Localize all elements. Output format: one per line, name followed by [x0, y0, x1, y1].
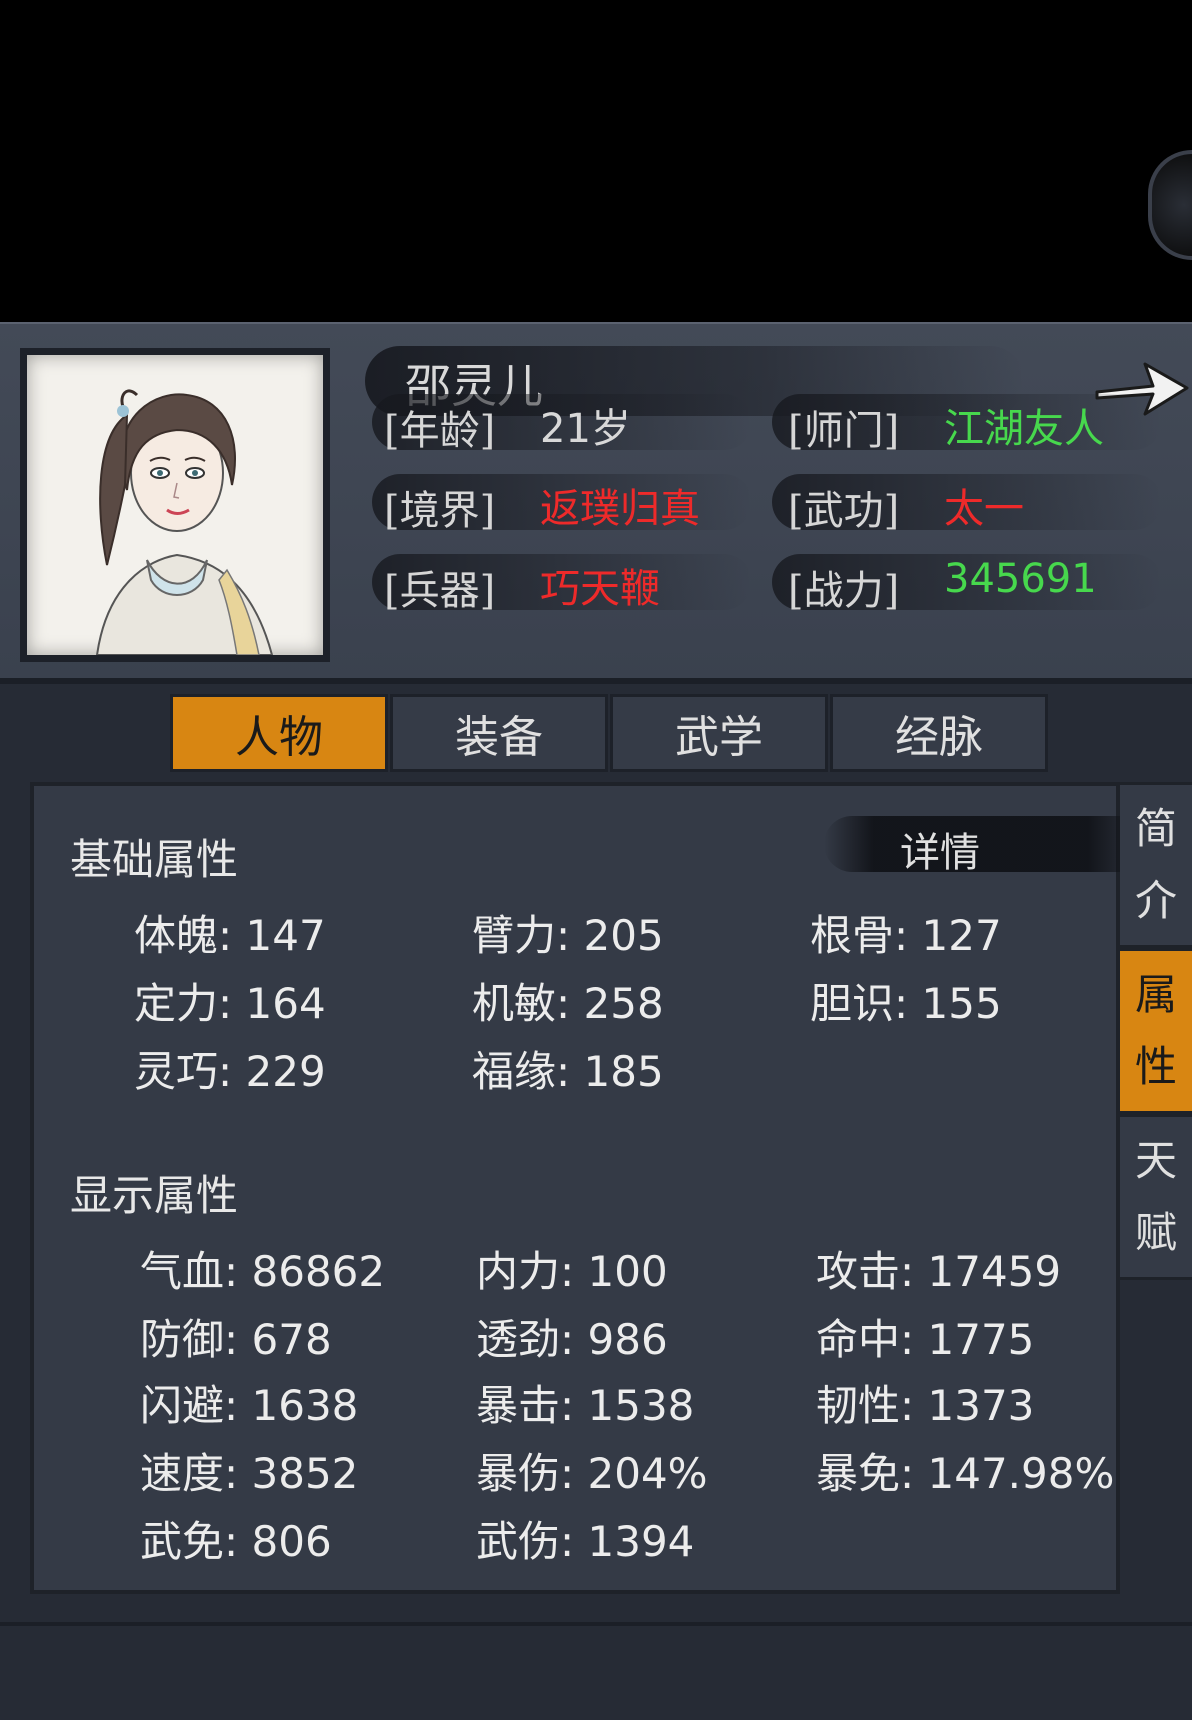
sect-value: 江湖友人: [944, 406, 1104, 452]
martial-label: [武功]: [788, 488, 900, 534]
stat-item: 暴免: 147.98%: [816, 1449, 1115, 1498]
power-value: 345691: [944, 556, 1097, 602]
attributes-content: 基础属性 详情 体魄: 147 臂力: 205 根骨: 127 定力: 164 …: [30, 782, 1154, 1594]
stat-item: 速度: 3852: [140, 1449, 359, 1498]
stat-item: 命中: 1775: [816, 1315, 1035, 1364]
stat-item: 攻击: 17459: [816, 1247, 1062, 1296]
stat-item: 透劲: 986: [476, 1315, 668, 1364]
stat-item: 机敏: 258: [472, 979, 664, 1028]
stat-item: 灵巧: 229: [134, 1047, 326, 1096]
character-portrait: [27, 355, 323, 655]
details-button[interactable]: [824, 816, 1154, 872]
side-tab-label: 属: [1134, 970, 1177, 1019]
side-tab-label: 赋: [1134, 1208, 1177, 1257]
corner-ornament-icon: [1148, 150, 1192, 260]
stat-item: 根骨: 127: [810, 911, 1002, 960]
top-empty-area: [0, 0, 1192, 322]
side-tab-label: 天: [1134, 1136, 1177, 1185]
stat-item: 暴击: 1538: [476, 1381, 695, 1430]
character-header: 邵灵儿 [年龄] 21岁 [师门] 江湖友人 [境界] 返璞归真 [武功] 太一…: [0, 322, 1192, 682]
stat-item: 臂力: 205: [472, 911, 664, 960]
stat-item: 胆识: 155: [810, 979, 1002, 1028]
side-tab-talents[interactable]: 天 赋: [1120, 1114, 1192, 1280]
side-tab-label: 性: [1134, 1042, 1177, 1091]
stat-item: 气血: 86862: [140, 1247, 386, 1296]
side-tab-intro[interactable]: 简 介: [1120, 782, 1192, 948]
tab-martial-arts[interactable]: 武学: [610, 694, 828, 772]
power-label: [战力]: [788, 568, 900, 614]
side-tabs: 简 介 属 性 天 赋: [1120, 782, 1192, 1280]
stat-item: 定力: 164: [134, 979, 326, 1028]
age-label: [年龄]: [384, 408, 496, 454]
stat-item: 闪避: 1638: [140, 1381, 359, 1430]
weapon-label: [兵器]: [384, 568, 496, 614]
side-tab-label: 介: [1134, 876, 1177, 925]
side-tab-attributes[interactable]: 属 性: [1120, 948, 1192, 1114]
tab-equipment[interactable]: 装备: [390, 694, 608, 772]
stat-item: 暴伤: 204%: [476, 1449, 708, 1498]
character-panel: 邵灵儿 [年龄] 21岁 [师门] 江湖友人 [境界] 返璞归真 [武功] 太一…: [0, 322, 1192, 1720]
stat-item: 内力: 100: [476, 1247, 668, 1296]
stat-item: 防御: 678: [140, 1315, 332, 1364]
stat-item: 体魄: 147: [134, 911, 326, 960]
display-attributes-title: 显示属性: [70, 1171, 239, 1220]
sect-label: [师门]: [788, 408, 900, 454]
main-tabs: 人物 装备 武学 经脉: [170, 694, 1050, 772]
age-value: 21岁: [540, 406, 631, 452]
realm-value: 返璞归真: [540, 486, 700, 532]
details-button-label[interactable]: 详情: [900, 820, 980, 878]
weapon-value: 巧天鞭: [540, 566, 660, 612]
martial-value: 太一: [944, 486, 1024, 532]
stat-item: 武伤: 1394: [476, 1517, 695, 1566]
tab-meridians[interactable]: 经脉: [830, 694, 1048, 772]
basic-attributes-title: 基础属性: [70, 835, 239, 884]
portrait-frame: [20, 348, 330, 662]
stat-item: 武免: 806: [140, 1517, 332, 1566]
realm-label: [境界]: [384, 488, 496, 534]
divider: [0, 1622, 1192, 1626]
side-tab-label: 简: [1134, 804, 1177, 853]
stat-item: 韧性: 1373: [816, 1381, 1035, 1430]
divider: [0, 678, 1192, 684]
stat-item: 福缘: 185: [472, 1047, 664, 1096]
tab-character[interactable]: 人物: [170, 694, 388, 772]
